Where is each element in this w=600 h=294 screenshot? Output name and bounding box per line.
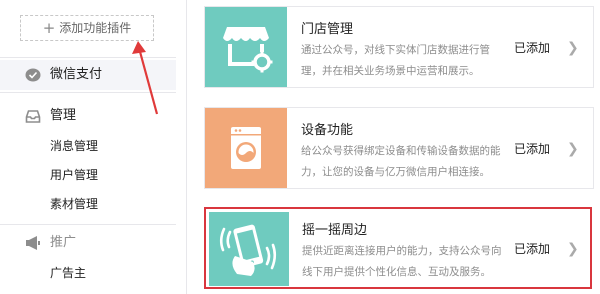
- chevron-right-icon[interactable]: ❯: [567, 241, 579, 257]
- status-badge: 已添加: [514, 142, 551, 156]
- plugin-card-store-management[interactable]: 门店管理 通过公众号，对线下实体门店数据进行管理，并在相关业务场景中运营和展示。…: [204, 6, 594, 88]
- add-plugin-label: 添加功能插件: [59, 21, 132, 35]
- card-title: 门店管理: [301, 22, 354, 37]
- card-title: 摇一摇周边: [302, 223, 368, 238]
- sidebar-item-messages[interactable]: 消息管理: [50, 137, 98, 154]
- add-plugin-button[interactable]: + 添加功能插件: [20, 15, 154, 41]
- section-promo: 推广: [0, 228, 176, 258]
- store-thumb: [205, 7, 287, 87]
- washing-machine-icon: [231, 127, 261, 169]
- section-manage-label: 管理: [50, 108, 77, 123]
- plugin-card-shake-nearby[interactable]: 摇一摇周边 提供近距离连接用户的能力，支持公众号向线下用户提供个性化信息、互动及…: [204, 207, 592, 289]
- megaphone-icon: [26, 236, 40, 250]
- card-desc: 通过公众号，对线下实体门店数据进行管理，并在相关业务场景中运营和展示。: [301, 44, 490, 77]
- card-title: 设备功能: [301, 123, 354, 138]
- wechat-pay-label: 微信支付: [50, 67, 103, 82]
- section-promo-label: 推广: [50, 235, 77, 250]
- sidebar-divider: [186, 0, 187, 294]
- plus-icon: +: [42, 19, 56, 37]
- shake-thumb: [209, 212, 289, 286]
- sidebar-item-users[interactable]: 用户管理: [50, 166, 98, 183]
- sidebar-item-materials[interactable]: 素材管理: [50, 195, 98, 212]
- chevron-right-icon[interactable]: ❯: [567, 40, 579, 56]
- shaking-phone-hand-icon: [219, 224, 277, 276]
- divider: [0, 224, 176, 225]
- plugin-card-device-function[interactable]: 设备功能 给公众号获得绑定设备和传输设备数据的能力，让您的设备与亿万微信用户相连…: [204, 107, 594, 189]
- card-desc: 提供近距离连接用户的能力，支持公众号向线下用户提供个性化信息、互动及服务。: [302, 245, 502, 278]
- sidebar-item-advertiser[interactable]: 广告主: [50, 264, 86, 281]
- status-badge: 已添加: [514, 242, 551, 256]
- wechat-pay-icon: [25, 68, 41, 82]
- chevron-right-icon[interactable]: ❯: [567, 141, 579, 157]
- device-thumb: [205, 108, 287, 188]
- card-desc: 给公众号获得绑定设备和传输设备数据的能力，让您的设备与亿万微信用户相连接。: [301, 145, 501, 178]
- annotation-arrow: [132, 41, 159, 115]
- inbox-tray-icon: [25, 110, 41, 123]
- store-awning-gear-icon: [223, 27, 273, 73]
- status-badge: 已添加: [514, 41, 551, 55]
